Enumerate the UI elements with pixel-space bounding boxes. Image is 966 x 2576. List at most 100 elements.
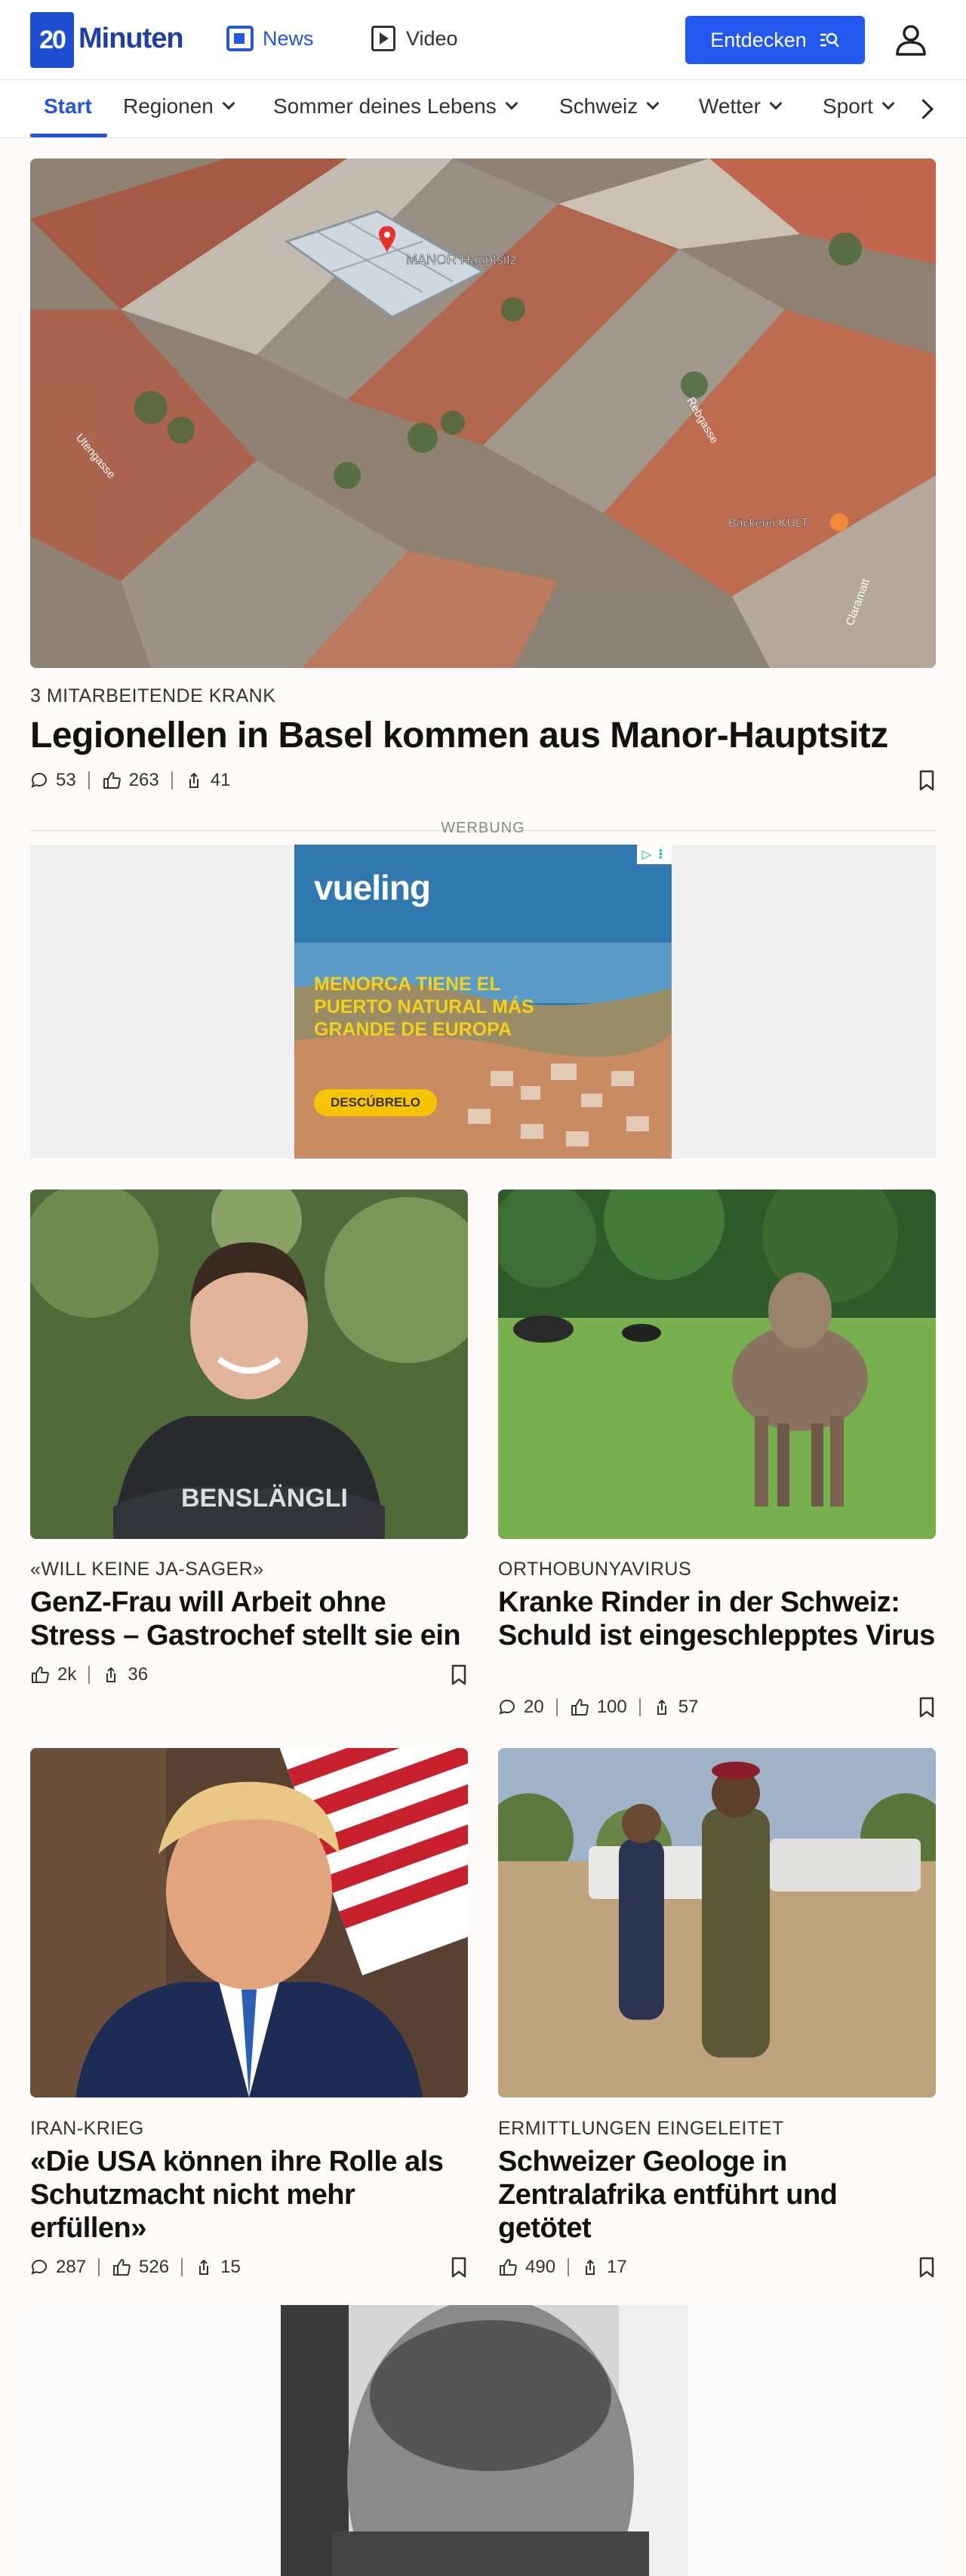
article-headline[interactable]: «Die USA können ihre Rolle als Schutzmac… [30, 2145, 468, 2245]
category-label: Schweiz [559, 94, 638, 118]
category-label: Regionen [123, 94, 214, 118]
shares[interactable]: 17 [581, 2257, 627, 2278]
shares[interactable]: 41 [185, 770, 231, 791]
ad-brand: vueling [314, 868, 431, 907]
category-schweiz[interactable]: Schweiz [559, 94, 660, 118]
likes[interactable]: 263 [102, 770, 159, 791]
article-kicker: ORTHOBUNYAVIRUS [498, 1559, 692, 1580]
map-label: MANOR Hauptsitz [406, 252, 517, 267]
article-headline[interactable]: Schweizer Geologe in Zentralafrika entfü… [498, 2145, 936, 2245]
divider [88, 771, 90, 789]
shares[interactable]: 15 [195, 2257, 241, 2278]
like-count: 100 [596, 1697, 627, 1717]
divider [171, 771, 173, 789]
category-label: Sport [823, 94, 873, 118]
article-headline[interactable]: GenZ-Frau will Arbeit ohne Stress – Gast… [30, 1586, 468, 1652]
thumbs-up-icon [571, 1699, 589, 1716]
category-sport[interactable]: Sport [823, 94, 895, 118]
divider [181, 2258, 183, 2276]
shares[interactable]: 57 [653, 1697, 699, 1718]
category-sommer[interactable]: Sommer deines Lebens [273, 94, 518, 118]
chevron-down-icon [646, 97, 660, 110]
play-icon [371, 26, 395, 51]
logo-mark[interactable]: 20 [30, 12, 74, 68]
hero-image[interactable]: MANOR Hauptsitz Bäckerei KULT Rebgasse U… [30, 158, 936, 668]
bookmark-icon[interactable] [451, 1664, 466, 1685]
article-image[interactable] [30, 2305, 936, 2576]
nav-news[interactable]: News [226, 26, 314, 51]
thumbs-up-icon [103, 772, 121, 789]
share-icon [657, 1699, 666, 1715]
category-nav: Start Regionen Sommer deines Lebens Schw… [0, 81, 966, 138]
divider [568, 2258, 570, 2276]
ad-headline: MENORCA TIENE EL PUERTO NATURAL MÁS GRAN… [314, 974, 534, 1040]
share-count: 36 [128, 1664, 149, 1685]
comments[interactable]: 287 [30, 2257, 86, 2278]
site-header: 20 Minuten News Video Entdecken [0, 0, 966, 80]
hero-kicker: 3 MITARBEITENDE KRANK [30, 685, 276, 706]
share-count: 41 [210, 770, 231, 790]
share-count: 17 [607, 2257, 627, 2277]
comment-count: 287 [56, 2257, 87, 2277]
comments[interactable]: 53 [30, 770, 76, 791]
article-image[interactable] [498, 1748, 936, 2097]
likes[interactable]: 2k [30, 1664, 76, 1685]
article-kicker: IRAN-KRIEG [30, 2118, 144, 2139]
divider [88, 1666, 91, 1684]
chevron-down-icon [881, 97, 895, 110]
thumbs-up-icon [500, 2259, 517, 2276]
article-headline[interactable]: Kranke Rinder in der Schweiz: Schuld ist… [498, 1586, 936, 1652]
share-count: 15 [220, 2257, 241, 2277]
like-count: 490 [525, 2257, 556, 2277]
article-image[interactable]: BENSLÄNGLI [30, 1190, 468, 1539]
comments[interactable]: 20 [498, 1697, 544, 1718]
likes[interactable]: 490 [498, 2257, 555, 2278]
like-count: 526 [139, 2257, 170, 2277]
likes[interactable]: 526 [112, 2257, 169, 2278]
likes[interactable]: 100 [570, 1697, 627, 1718]
photo-soldiers [498, 1748, 936, 2097]
logo-text[interactable]: Minuten [78, 23, 184, 55]
aerial-map-image: MANOR Hauptsitz Bäckerei KULT Rebgasse U… [30, 158, 936, 668]
hero-headline[interactable]: Legionellen in Basel kommen aus Manor-Ha… [30, 714, 936, 758]
article-kicker: ERMITTLUNGEN EINGELEITET [498, 2118, 784, 2139]
bookmark-icon[interactable] [919, 2257, 934, 2278]
comment-icon [499, 1699, 515, 1715]
category-label: Wetter [699, 94, 761, 118]
share-count: 57 [678, 1697, 699, 1717]
user-icon[interactable] [892, 21, 930, 59]
comment-count: 20 [524, 1697, 544, 1717]
like-count: 2k [57, 1664, 77, 1685]
article-image[interactable] [498, 1190, 936, 1539]
nav-video[interactable]: Video [371, 26, 458, 51]
thumbs-up-icon [32, 1667, 49, 1683]
ad-choices-icon[interactable]: ▷ ⋮ [637, 845, 672, 864]
category-label: Start [44, 94, 92, 118]
chevron-down-icon [222, 97, 235, 110]
bookmark-icon[interactable] [919, 770, 934, 791]
article-image[interactable] [30, 1748, 468, 2097]
nav-news-label: News [263, 26, 314, 50]
hero-meta: 53 263 41 [30, 770, 230, 791]
bookmark-icon[interactable] [451, 2257, 466, 2278]
category-regionen[interactable]: Regionen [123, 94, 235, 118]
bookmark-icon[interactable] [919, 1697, 934, 1718]
active-tab-indicator [30, 134, 107, 137]
share-icon [106, 1667, 116, 1682]
like-count: 263 [128, 770, 159, 790]
share-icon [189, 772, 198, 788]
ad-banner[interactable]: vueling MENORCA TIENE EL PUERTO NATURAL … [294, 845, 672, 1159]
chevron-right-icon[interactable] [913, 97, 936, 120]
logo-mark-text: 20 [39, 25, 66, 54]
ad-cta-button[interactable]: DESCÚBRELO [314, 1089, 438, 1116]
category-wetter[interactable]: Wetter [699, 94, 783, 118]
article-meta: 287 526 15 [30, 2257, 241, 2278]
category-start[interactable]: Start [44, 94, 92, 118]
ad-label: WERBUNG [441, 820, 525, 836]
photo-cows-meadow [498, 1190, 936, 1539]
article-meta: 2k 36 [30, 1664, 148, 1685]
article-kicker: «WILL KEINE JA-SAGER» [30, 1559, 264, 1580]
discover-button[interactable]: Entdecken [685, 16, 865, 64]
shares[interactable]: 36 [102, 1664, 148, 1685]
article-meta: 490 17 [498, 2257, 627, 2278]
